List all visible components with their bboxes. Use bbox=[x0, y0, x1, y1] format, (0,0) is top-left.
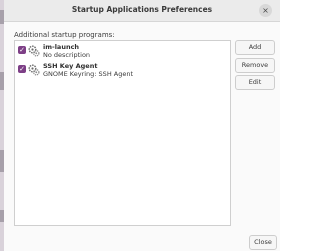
gears-icon bbox=[28, 45, 40, 57]
remove-button[interactable]: Remove bbox=[235, 58, 275, 73]
enabled-checkbox[interactable]: ✓ bbox=[18, 65, 26, 73]
window-title: Startup Applications Preferences bbox=[71, 5, 213, 14]
edit-button[interactable]: Edit bbox=[235, 75, 275, 90]
window-close-icon[interactable]: × bbox=[259, 4, 272, 17]
program-name: SSH Key Agent bbox=[43, 62, 98, 70]
startup-applications-window: Startup Applications Preferences × Addit… bbox=[4, 0, 280, 251]
program-description: No description bbox=[43, 51, 91, 59]
title-bar[interactable]: Startup Applications Preferences × bbox=[4, 0, 280, 22]
list-item[interactable]: ✓ SSH Key Agent GNOME Keyring: SSH Agent bbox=[15, 61, 230, 79]
program-name: im-launch bbox=[43, 43, 80, 51]
list-item[interactable]: ✓ im-launch No description bbox=[15, 42, 230, 60]
close-button[interactable]: Close bbox=[249, 235, 277, 250]
enabled-checkbox[interactable]: ✓ bbox=[18, 46, 26, 54]
gears-icon bbox=[28, 64, 40, 76]
section-label: Additional startup programs: bbox=[14, 31, 115, 39]
program-description: GNOME Keyring: SSH Agent bbox=[43, 70, 134, 78]
startup-programs-list[interactable]: ✓ im-launch No description ✓ SSH Key Age… bbox=[14, 40, 231, 226]
screenshot: Startup Applications Preferences × Addit… bbox=[0, 0, 280, 251]
add-button[interactable]: Add bbox=[235, 40, 275, 55]
